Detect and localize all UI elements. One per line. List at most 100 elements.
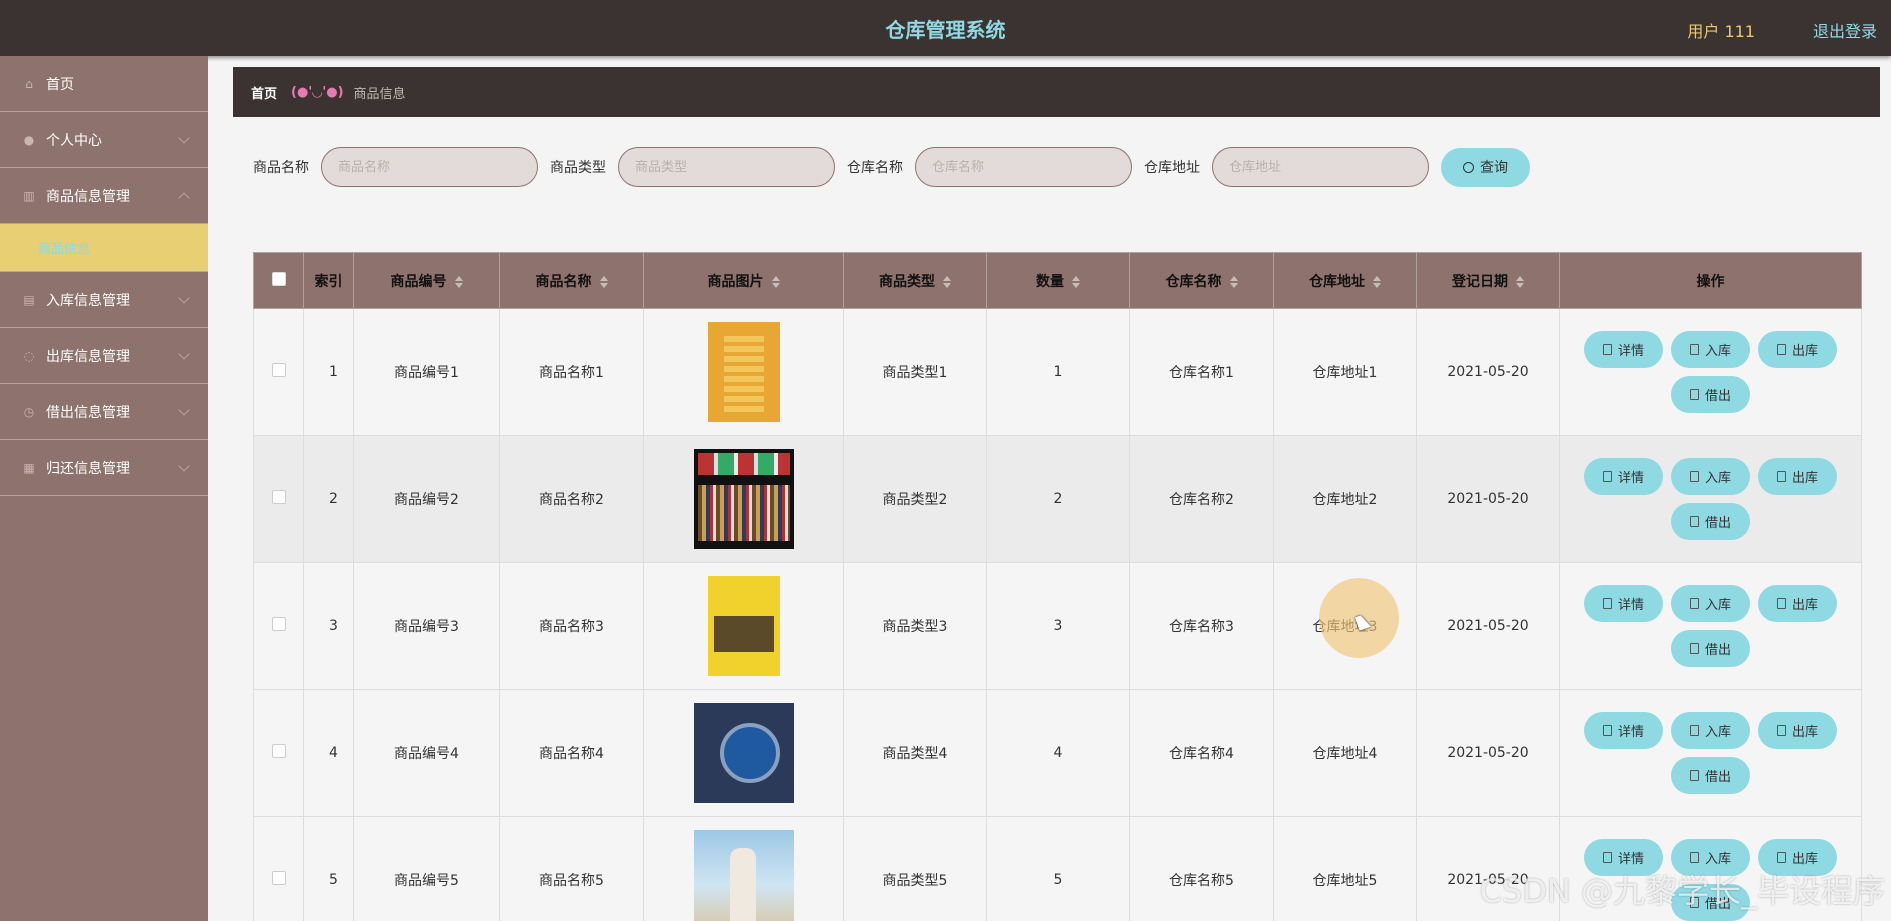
button-label: 详情 <box>1617 851 1644 866</box>
button-label: 详情 <box>1617 343 1644 358</box>
sidebar-item-return-management[interactable]: ▦ 归还信息管理 <box>0 440 208 496</box>
cell-index: 5 <box>303 816 354 921</box>
sidebar-item-outbound-management[interactable]: ◌ 出库信息管理 <box>0 328 208 384</box>
lend-button[interactable]: 借出 <box>1671 503 1750 540</box>
sort-icon[interactable] <box>943 275 951 288</box>
cell-quantity: 5 <box>986 816 1130 921</box>
sort-icon[interactable] <box>771 275 780 288</box>
outbound-button[interactable]: 出库 <box>1758 839 1837 876</box>
column-header-type[interactable]: 商品类型 <box>843 252 987 309</box>
row-checkbox[interactable] <box>271 363 286 377</box>
sort-icon[interactable] <box>1072 275 1080 288</box>
product-image[interactable] <box>693 449 794 549</box>
grid-icon: ▦ <box>23 460 35 475</box>
row-checkbox[interactable] <box>271 744 286 758</box>
outbound-button[interactable]: 出库 <box>1758 585 1837 622</box>
button-label: 借出 <box>1704 642 1731 657</box>
cell-code: 商品编号3 <box>353 562 500 690</box>
outbound-button[interactable]: 出库 <box>1758 712 1837 749</box>
goods-name-input[interactable] <box>321 147 538 187</box>
cell-image <box>643 816 844 921</box>
detail-button[interactable]: 详情 <box>1584 458 1663 495</box>
warehouse-name-input[interactable] <box>915 147 1132 187</box>
sidebar-item-inbound-management[interactable]: ▤ 入库信息管理 <box>0 272 208 328</box>
button-label: 入库 <box>1704 597 1731 612</box>
cell-image <box>643 435 844 563</box>
lend-button[interactable]: 借出 <box>1671 757 1750 794</box>
column-header-name[interactable]: 商品名称 <box>499 252 644 309</box>
button-label: 出库 <box>1791 597 1818 612</box>
search-label-warehouse-name: 仓库名称 <box>847 160 903 176</box>
sort-icon[interactable] <box>454 275 463 288</box>
logout-link[interactable]: 退出登录 <box>1813 18 1877 42</box>
cell-warehouse-address: 仓库地址3 <box>1273 562 1417 690</box>
warehouse-address-input[interactable] <box>1212 147 1429 187</box>
product-image[interactable] <box>693 703 794 803</box>
product-image[interactable] <box>707 322 780 422</box>
search-form: 商品名称 商品类型 仓库名称 仓库地址 查询 <box>253 147 1530 187</box>
table-row: 1 商品编号1 商品名称1 商品类型1 1 仓库名称1 仓库地址1 2021-0… <box>253 308 1862 436</box>
column-header-image[interactable]: 商品图片 <box>643 252 844 309</box>
button-label: 入库 <box>1704 343 1731 358</box>
product-image[interactable] <box>693 830 794 921</box>
column-header-date[interactable]: 登记日期 <box>1416 252 1560 309</box>
sidebar-item-goods-management[interactable]: ▥ 商品信息管理 <box>0 168 208 224</box>
cell-name: 商品名称4 <box>499 689 644 817</box>
detail-button[interactable]: 详情 <box>1584 585 1663 622</box>
search-button-label: 查询 <box>1480 159 1508 175</box>
row-checkbox[interactable] <box>271 617 286 631</box>
sort-icon[interactable] <box>1229 275 1238 288</box>
search-button[interactable]: 查询 <box>1441 147 1530 187</box>
detail-button[interactable]: 详情 <box>1584 839 1663 876</box>
column-header-label: 数量 <box>1036 273 1064 290</box>
select-all-checkbox[interactable] <box>271 271 286 286</box>
chevron-down-icon <box>178 404 190 416</box>
user-icon: ● <box>23 132 35 147</box>
outbound-button[interactable]: 出库 <box>1758 331 1837 368</box>
sort-icon[interactable] <box>1373 275 1381 288</box>
sort-icon[interactable] <box>599 275 608 288</box>
inbound-button[interactable]: 入库 <box>1671 839 1750 876</box>
inbound-button[interactable]: 入库 <box>1671 585 1750 622</box>
column-header-warehouse-address[interactable]: 仓库地址 <box>1273 252 1417 309</box>
detail-button[interactable]: 详情 <box>1584 712 1663 749</box>
lend-button[interactable]: 借出 <box>1671 884 1750 921</box>
sidebar-item-home[interactable]: ⌂ 首页 <box>0 56 208 112</box>
search-label-warehouse-address: 仓库地址 <box>1144 160 1200 176</box>
sort-icon[interactable] <box>1516 275 1524 288</box>
user-label[interactable]: 用户 111 <box>1687 18 1755 42</box>
row-checkbox[interactable] <box>271 871 286 885</box>
cell-name: 商品名称5 <box>499 816 644 921</box>
document-icon <box>1776 471 1786 482</box>
button-label: 出库 <box>1791 724 1818 739</box>
row-checkbox[interactable] <box>271 490 286 504</box>
outbound-button[interactable]: 出库 <box>1758 458 1837 495</box>
button-label: 借出 <box>1704 769 1731 784</box>
document-icon <box>1689 643 1699 654</box>
lend-button[interactable]: 借出 <box>1671 376 1750 413</box>
home-icon: ⌂ <box>25 76 33 91</box>
breadcrumb-home[interactable]: 首页 <box>251 83 277 102</box>
cell-warehouse-name: 仓库名称3 <box>1129 562 1274 690</box>
cell-quantity: 2 <box>986 435 1130 563</box>
inbound-button[interactable]: 入库 <box>1671 712 1750 749</box>
document-icon <box>1776 725 1786 736</box>
sidebar-item-lend-management[interactable]: ◷ 借出信息管理 <box>0 384 208 440</box>
column-header-warehouse-name[interactable]: 仓库名称 <box>1129 252 1274 309</box>
detail-button[interactable]: 详情 <box>1584 331 1663 368</box>
column-header-quantity[interactable]: 数量 <box>986 252 1130 309</box>
inbound-button[interactable]: 入库 <box>1671 458 1750 495</box>
column-header-code[interactable]: 商品编号 <box>353 252 500 309</box>
product-image[interactable] <box>707 576 780 676</box>
chevron-down-icon <box>178 132 190 144</box>
lend-button[interactable]: 借出 <box>1671 630 1750 667</box>
time-icon: ◷ <box>23 404 35 419</box>
sidebar-item-personal-center[interactable]: ● 个人中心 <box>0 112 208 168</box>
cell-type: 商品类型2 <box>843 435 987 563</box>
cell-warehouse-address: 仓库地址1 <box>1273 308 1417 436</box>
cell-warehouse-name: 仓库名称2 <box>1129 435 1274 563</box>
goods-type-input[interactable] <box>618 147 835 187</box>
inbound-button[interactable]: 入库 <box>1671 331 1750 368</box>
sidebar-subitem-goods-info[interactable]: 商品信息 <box>0 224 208 272</box>
document-icon <box>1689 852 1699 863</box>
